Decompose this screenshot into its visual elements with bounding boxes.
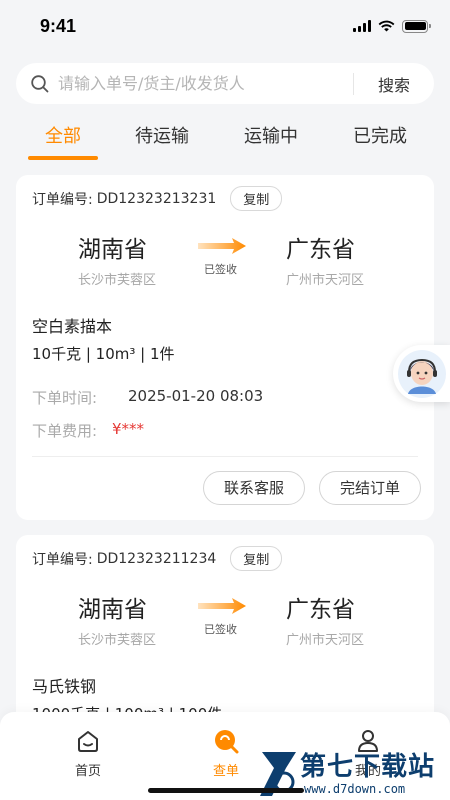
tab-all[interactable]: 全部 [45,122,81,148]
home-icon [78,731,98,752]
order-number-row: 订单编号: DD12323211234 复制 [32,546,283,571]
customer-service-assistant-button[interactable] [393,345,450,402]
destination-district: 广州市天河区 [286,633,365,648]
tab-in-transit[interactable]: 运输中 [244,122,298,148]
card-divider [32,456,418,457]
order-fee-row: 下单费用: ¥*** [32,420,144,441]
order-time-label: 下单时间: [32,389,98,407]
order-fee-label: 下单费用: [32,422,98,440]
destination-district: 广州市天河区 [286,273,365,288]
route-arrow-icon [198,238,246,254]
tabbar-home-label: 首页 [74,764,101,779]
cellular-signal-icon [353,20,371,32]
order-status-tabs: 全部 待运输 运输中 已完成 [0,112,450,164]
status-time: 9:41 [40,15,77,36]
order-number-label: 订单编号: [32,191,93,208]
status-bar: 9:41 [0,0,450,52]
cargo-name: 马氏铁钢 [32,677,97,696]
search-input[interactable] [58,74,353,93]
order-status-label: 已签收 [204,263,237,276]
order-number-row: 订单编号: DD12323213231 复制 [32,186,283,211]
customer-service-avatar-icon [398,350,446,398]
order-time-row: 下单时间: 2025-01-20 08:03 [32,387,263,408]
destination-province: 广东省 [286,237,355,263]
home-indicator [148,788,304,793]
tabbar-search-orders-label: 查单 [212,764,239,779]
wifi-icon [378,20,395,32]
route-arrow-icon [198,598,246,614]
search-order-icon [215,730,239,754]
order-status-label: 已签收 [204,623,237,636]
order-time: 2025-01-20 08:03 [128,387,264,405]
search-bar: 搜索 [16,63,434,104]
status-icons [353,19,431,33]
cargo-name: 空白素描本 [32,317,113,336]
route: 湖南省 长沙市芙蓉区 已签收 广东省 广州市天河区 [16,590,434,650]
watermark-url: www.d7down.com [304,782,406,796]
origin-district: 长沙市芙蓉区 [78,633,157,648]
watermark-title: 第七下载站 [300,752,436,782]
order-card[interactable]: 订单编号: DD12323213231 复制 湖南省 长沙市芙蓉区 已签收 广东… [16,175,434,520]
copy-button[interactable]: 复制 [230,546,283,571]
cargo-spec: 10千克 | 10m³ | 1件 [32,345,175,363]
origin-province: 湖南省 [78,597,147,623]
order-number: DD12323213231 [96,190,217,207]
tab-active-indicator [28,156,98,160]
destination-province: 广东省 [286,597,355,623]
tab-completed[interactable]: 已完成 [353,122,407,148]
tabbar-search-orders[interactable]: 查单 [196,728,256,779]
search-button[interactable]: 搜索 [354,72,434,96]
contact-service-button[interactable]: 联系客服 [203,471,305,505]
tabbar-home[interactable]: 首页 [58,728,118,779]
origin-district: 长沙市芙蓉区 [78,273,157,288]
origin-province: 湖南省 [78,237,147,263]
battery-icon [402,19,431,33]
copy-button[interactable]: 复制 [230,186,283,211]
search-icon [31,74,49,92]
complete-order-button[interactable]: 完结订单 [319,471,421,505]
order-number-label: 订单编号: [32,551,93,568]
order-number: DD12323211234 [96,550,217,567]
order-fee: ¥*** [112,420,145,438]
tab-pending-transport[interactable]: 待运输 [135,122,189,148]
route: 湖南省 长沙市芙蓉区 已签收 广东省 广州市天河区 [16,230,434,290]
